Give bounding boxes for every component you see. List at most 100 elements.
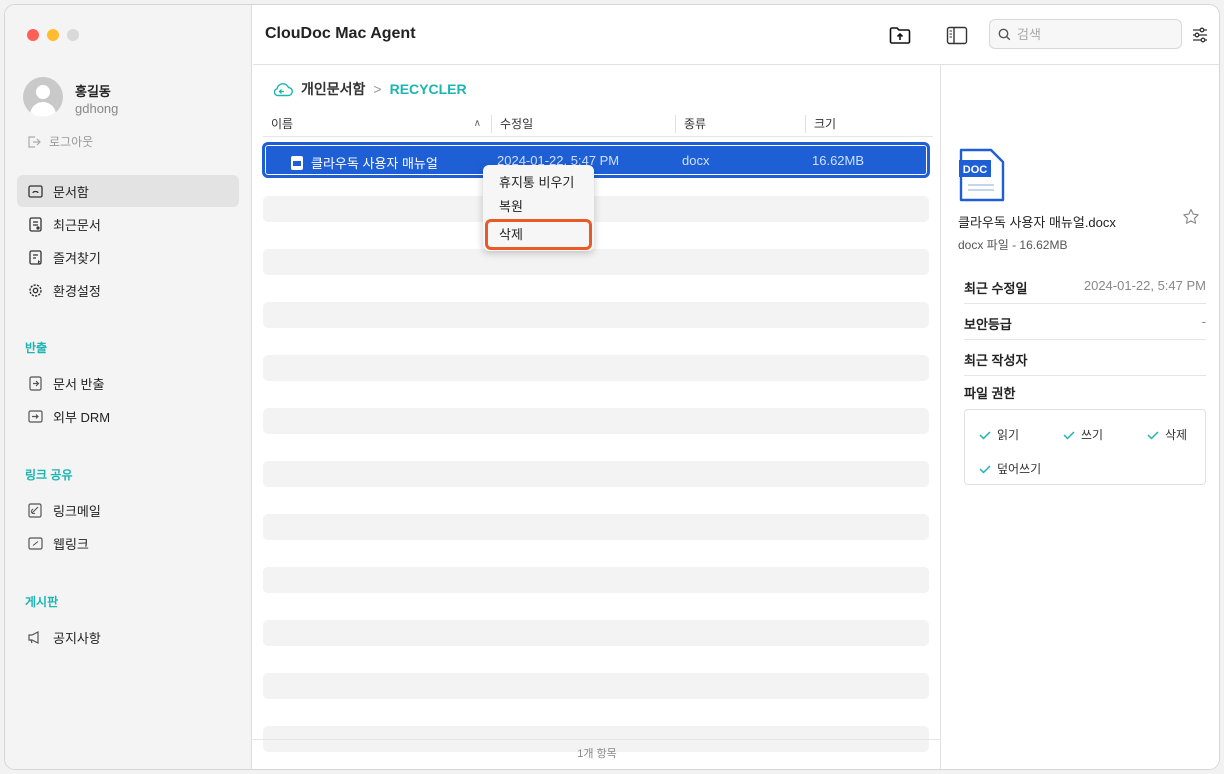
docx-file-icon (291, 156, 303, 170)
size-cell: 16.62MB (812, 153, 865, 168)
sidebar-item-notice[interactable]: 공지사항 (17, 621, 239, 653)
info-security-level: 보안등급 - (964, 304, 1206, 340)
column-header-size[interactable]: 크기 (805, 115, 933, 133)
info-modified: 최근 수정일 2024-01-22, 5:47 PM (964, 268, 1206, 304)
check-icon (979, 430, 991, 440)
file-list-pane: 개인문서함 > RECYCLER 이름 ∧ 수정일 종류 크기 클라우독 사용자… (253, 65, 941, 769)
context-menu: 휴지통 비우기 복원 삭제 (483, 165, 594, 251)
empty-row (263, 514, 929, 540)
user-id: gdhong (75, 101, 119, 116)
app-window: 홍길동 gdhong 로그아웃 문서함 최근문서 즐겨찾기 환경설정 반출 문서… (5, 5, 1219, 769)
sidebar-item-export-doc[interactable]: 문서 반출 (17, 367, 239, 399)
recent-doc-icon (27, 216, 43, 232)
breadcrumb-current: RECYCLER (389, 81, 467, 97)
export-nav: 문서 반출 외부 DRM (17, 367, 239, 433)
sliders-icon (1193, 27, 1207, 43)
cloud-back-icon[interactable] (271, 82, 293, 97)
column-header-type[interactable]: 종류 (675, 115, 805, 133)
sidebar-item-recent[interactable]: 최근문서 (17, 208, 239, 240)
sidebar-item-link-mail[interactable]: 링크메일 (17, 494, 239, 526)
file-rows: 클라우독 사용자 매뉴얼 2024-01-22, 5:47 PM docx 16… (263, 143, 929, 769)
column-header-name[interactable]: 이름 ∧ (263, 115, 491, 133)
megaphone-icon (27, 629, 43, 645)
item-count: 1개 항목 (253, 739, 941, 769)
favorite-doc-icon (27, 249, 43, 265)
column-header-modified[interactable]: 수정일 (491, 115, 675, 133)
sidebar-item-external-drm[interactable]: 외부 DRM (17, 400, 239, 432)
empty-row (263, 196, 929, 222)
sort-ascending-icon: ∧ (473, 118, 481, 129)
logout-button[interactable]: 로그아웃 (27, 133, 93, 150)
empty-row (263, 355, 929, 381)
filter-button[interactable] (1188, 23, 1212, 47)
toggle-panel-button[interactable] (945, 23, 969, 47)
section-link-title: 링크 공유 (25, 468, 73, 482)
folder-icon (27, 183, 43, 199)
sidebar-item-settings[interactable]: 환경설정 (17, 274, 239, 306)
file-name: 클라우독 사용자 매뉴얼.docx (958, 215, 1116, 230)
sidebar: 홍길동 gdhong 로그아웃 문서함 최근문서 즐겨찾기 환경설정 반출 문서… (5, 5, 252, 769)
permission-overwrite: 덮어쓰기 (979, 460, 1041, 477)
section-board-title: 게시판 (25, 595, 59, 609)
web-link-icon (27, 535, 43, 551)
info-last-author: 최근 작성자 (964, 340, 1206, 376)
link-nav: 링크메일 웹링크 (17, 494, 239, 560)
breadcrumb-separator: > (373, 81, 382, 97)
user-name: 홍길동 (75, 84, 111, 99)
close-window-button[interactable] (27, 29, 39, 41)
upload-folder-icon (889, 26, 911, 44)
search-box[interactable] (989, 19, 1182, 49)
permission-write: 쓰기 (1063, 426, 1103, 443)
zoom-window-button[interactable] (67, 29, 79, 41)
sidebar-item-label: 웹링크 (53, 536, 89, 552)
permission-delete: 삭제 (1147, 426, 1187, 443)
sidebar-panel-icon (946, 26, 968, 44)
toolbar: ClouDoc Mac Agent (253, 5, 1219, 65)
search-icon (998, 28, 1011, 40)
doc-badge: DOC (963, 164, 988, 176)
link-mail-icon (27, 502, 43, 518)
sidebar-item-label: 링크메일 (53, 503, 101, 519)
doc-file-icon: DOC (959, 148, 1005, 202)
board-nav: 공지사항 (17, 621, 239, 654)
main-nav: 문서함 최근문서 즐겨찾기 환경설정 (17, 175, 239, 307)
file-meta: docx 파일 - 16.62MB (958, 238, 1068, 252)
sidebar-item-documents[interactable]: 문서함 (17, 175, 239, 207)
empty-row (263, 620, 929, 646)
empty-row (263, 249, 929, 275)
sidebar-item-label: 환경설정 (53, 283, 101, 299)
empty-row (263, 408, 929, 434)
section-export-title: 반출 (25, 341, 48, 355)
window-controls (27, 29, 79, 41)
breadcrumb: 개인문서함 > RECYCLER (271, 79, 467, 99)
upload-button[interactable] (888, 23, 912, 47)
avatar (23, 77, 63, 117)
sidebar-item-label: 문서함 (53, 184, 89, 200)
user-profile: 홍길동 gdhong (23, 77, 233, 121)
gear-icon (27, 282, 43, 298)
check-icon (1147, 430, 1159, 440)
export-doc-icon (27, 375, 43, 391)
detail-panel: DOC 클라우독 사용자 매뉴얼.docx docx 파일 - 16.62MB … (942, 65, 1219, 769)
file-name-cell: 클라우독 사용자 매뉴얼 (291, 153, 438, 172)
sidebar-item-label: 공지사항 (53, 630, 101, 646)
empty-row (263, 302, 929, 328)
menu-item-delete[interactable]: 삭제 (485, 219, 592, 250)
menu-item-empty-trash[interactable]: 휴지통 비우기 (483, 171, 594, 195)
permissions-box: 읽기 쓰기 삭제 덮어쓰기 (964, 409, 1206, 485)
search-input[interactable] (1017, 26, 1167, 42)
sidebar-item-label: 최근문서 (53, 217, 101, 233)
table-header: 이름 ∧ 수정일 종류 크기 (263, 111, 933, 137)
menu-item-restore[interactable]: 복원 (483, 195, 594, 219)
breadcrumb-root[interactable]: 개인문서함 (301, 79, 365, 99)
empty-row (263, 567, 929, 593)
empty-row (263, 461, 929, 487)
sidebar-item-web-link[interactable]: 웹링크 (17, 527, 239, 559)
type-cell: docx (682, 153, 710, 168)
star-icon[interactable] (1182, 208, 1200, 226)
permission-read: 읽기 (979, 426, 1019, 443)
check-icon (1063, 430, 1075, 440)
minimize-window-button[interactable] (47, 29, 59, 41)
table-row[interactable]: 클라우독 사용자 매뉴얼 2024-01-22, 5:47 PM docx 16… (263, 143, 929, 177)
sidebar-item-favorites[interactable]: 즐겨찾기 (17, 241, 239, 273)
